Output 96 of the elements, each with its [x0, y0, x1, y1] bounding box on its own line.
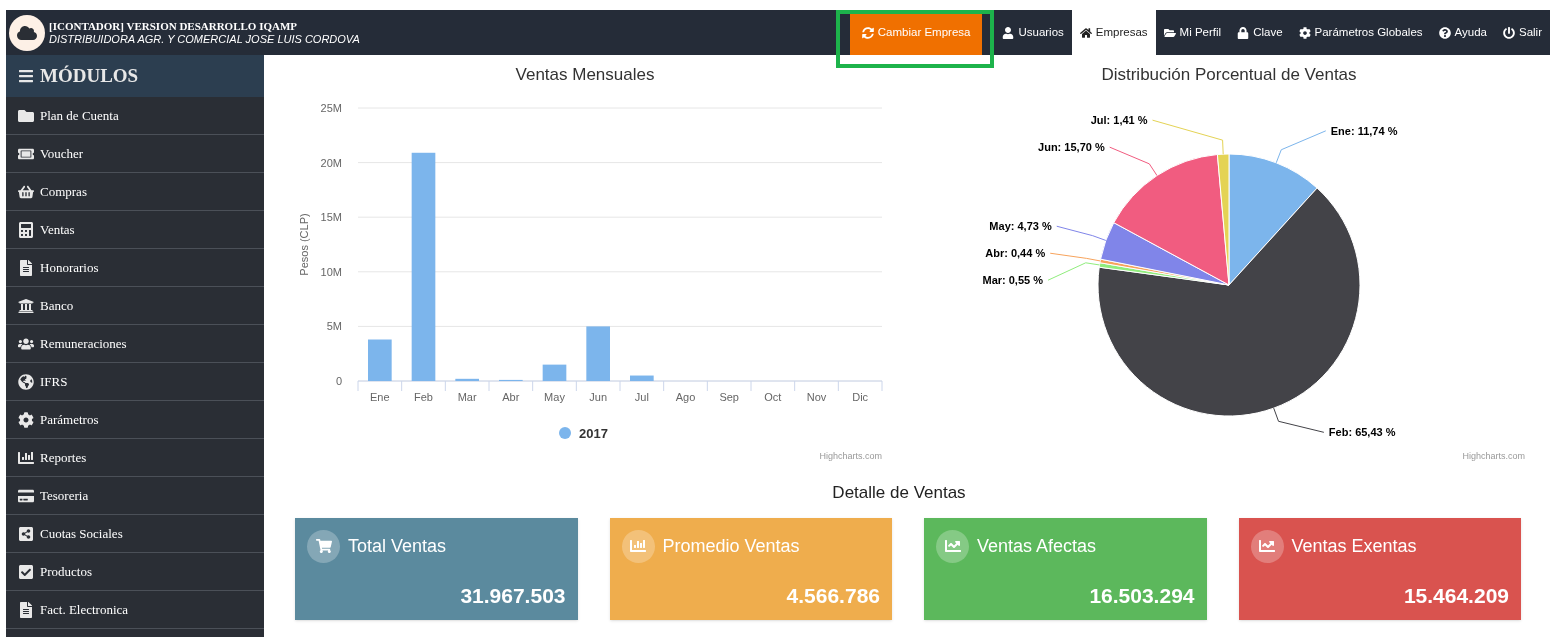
- sidebar-item[interactable]: Tesoreria: [6, 477, 264, 515]
- folder-icon: [18, 107, 34, 124]
- bar-chart-icon: [621, 529, 655, 563]
- axis-label: 20M: [320, 156, 342, 169]
- axis-label: Oct: [764, 391, 782, 403]
- data-label: Ene: 11,74 %: [1330, 124, 1398, 137]
- calculator-icon: [18, 221, 34, 238]
- help-icon: [1438, 26, 1451, 39]
- line-chart-icon: [1250, 529, 1284, 563]
- card-label: Ventas Exentas: [1291, 534, 1417, 558]
- sidebar-item[interactable]: Remuneraciones: [6, 325, 264, 363]
- nav-item[interactable]: Parámetros Globales: [1290, 10, 1431, 55]
- axis-label: 25M: [320, 102, 342, 114]
- user-icon: [1002, 26, 1015, 39]
- nav-item[interactable]: Salir: [1495, 10, 1550, 55]
- bar-chart-icon: [18, 449, 34, 466]
- data-label: Mar: 0,55 %: [982, 274, 1043, 287]
- nav-item[interactable]: Ayuda: [1430, 10, 1495, 55]
- checkbox-icon: [18, 563, 34, 580]
- axis-label: Jul: [634, 391, 649, 403]
- line-chart-icon: [936, 529, 969, 563]
- card-label: Promedio Ventas: [662, 534, 800, 558]
- axis-label: 0: [335, 375, 342, 387]
- axis-label: Ago: [675, 391, 696, 403]
- axis-label: Mar: [457, 391, 477, 403]
- cart-icon: [307, 529, 340, 563]
- axis-label: Dic: [852, 391, 869, 403]
- card-label: Ventas Afectas: [977, 534, 1097, 558]
- home-icon: [1079, 26, 1092, 39]
- settings-icon: [1298, 26, 1311, 39]
- app-title: [ICONTADOR] VERSION DESARROLLO IQAMP: [49, 19, 299, 33]
- sync-icon: [861, 26, 874, 39]
- chart-title: Ventas Mensuales: [515, 65, 655, 84]
- nav-item[interactable]: Clave: [1229, 10, 1291, 55]
- nav-item[interactable]: Usuarios: [994, 10, 1072, 55]
- axis-label: May: [544, 391, 565, 403]
- sidebar-item[interactable]: Reportes: [6, 439, 264, 477]
- leader-line: [1275, 130, 1327, 164]
- document-icon: [18, 259, 34, 276]
- basket-icon: [18, 183, 34, 200]
- menu-icon: [18, 68, 34, 84]
- leader-line: [1056, 225, 1107, 241]
- sidebar-item[interactable]: Parámetros: [6, 401, 264, 439]
- axis-label: Jun: [589, 391, 608, 403]
- sidebar-item[interactable]: Fact. Electronica: [6, 591, 264, 629]
- axis-label: 15M: [320, 211, 342, 224]
- data-label: Abr: 0,44 %: [985, 247, 1046, 260]
- company-name: DISTRIBUIDORA AGR. Y COMERCIAL JOSE LUIS CORDOVA: [49, 32, 360, 46]
- data-label: Feb: 65,43 %: [1328, 426, 1396, 439]
- bar: [542, 364, 567, 381]
- folder-icon: [1163, 26, 1176, 39]
- card-value: 15.464.209: [1403, 583, 1509, 609]
- nav-item[interactable]: Empresas: [1071, 10, 1156, 55]
- nav-item[interactable]: Mi Perfil: [1155, 10, 1230, 55]
- bar: [455, 378, 479, 381]
- sidebar-item[interactable]: Productos: [6, 553, 264, 591]
- sidebar-item[interactable]: Voucher: [6, 135, 264, 173]
- lock-icon: [1237, 26, 1250, 39]
- axis-label: Nov: [806, 391, 827, 403]
- chart-title: Distribución Porcentual de Ventas: [1101, 65, 1357, 84]
- data-label: Jul: 1,41 %: [1090, 114, 1148, 127]
- data-label: Jun: 15,70 %: [1038, 141, 1105, 154]
- sidebar-title: MÓDULOS: [40, 63, 139, 88]
- settings-icon: [18, 411, 34, 428]
- axis-title: Pesos (CLP): [298, 213, 310, 276]
- power-icon: [1503, 26, 1515, 39]
- leader-line: [1273, 407, 1325, 433]
- card-label: Total Ventas: [348, 534, 447, 558]
- section-title: Detalle de Ventas: [832, 482, 966, 504]
- bank-icon: [18, 297, 34, 314]
- bar: [630, 375, 654, 381]
- axis-label: 5M: [326, 320, 342, 333]
- sidebar-item[interactable]: Banco: [6, 287, 264, 325]
- card-value: 16.503.294: [1089, 583, 1195, 609]
- card-value: 4.566.786: [786, 583, 880, 609]
- logo-icon: [9, 14, 45, 51]
- sidebar-item[interactable]: Ventas: [6, 211, 264, 249]
- axis-label: Abr: [502, 391, 520, 403]
- axis-label: Ene: [370, 391, 390, 403]
- axis-label: Feb: [414, 391, 433, 403]
- globe-icon: [18, 373, 34, 390]
- sidebar-item[interactable]: Honorarios: [6, 249, 264, 287]
- bar: [586, 326, 610, 381]
- bar: [368, 339, 392, 381]
- axis-label: Sep: [719, 391, 739, 403]
- sidebar-item[interactable]: Cuotas Sociales: [6, 515, 264, 553]
- share-icon: [18, 525, 34, 542]
- sidebar-item[interactable]: IFRS: [6, 363, 264, 401]
- document-icon: [18, 601, 34, 618]
- data-label: May: 4,73 %: [989, 220, 1052, 233]
- card-value: 31.967.503: [460, 583, 566, 609]
- sidebar-item[interactable]: Compras: [6, 173, 264, 211]
- legend-label[interactable]: 2017: [579, 426, 608, 441]
- card-icon: [18, 487, 34, 504]
- axis-label: 10M: [320, 265, 342, 278]
- sidebar-item[interactable]: Plan de Cuenta: [6, 97, 264, 135]
